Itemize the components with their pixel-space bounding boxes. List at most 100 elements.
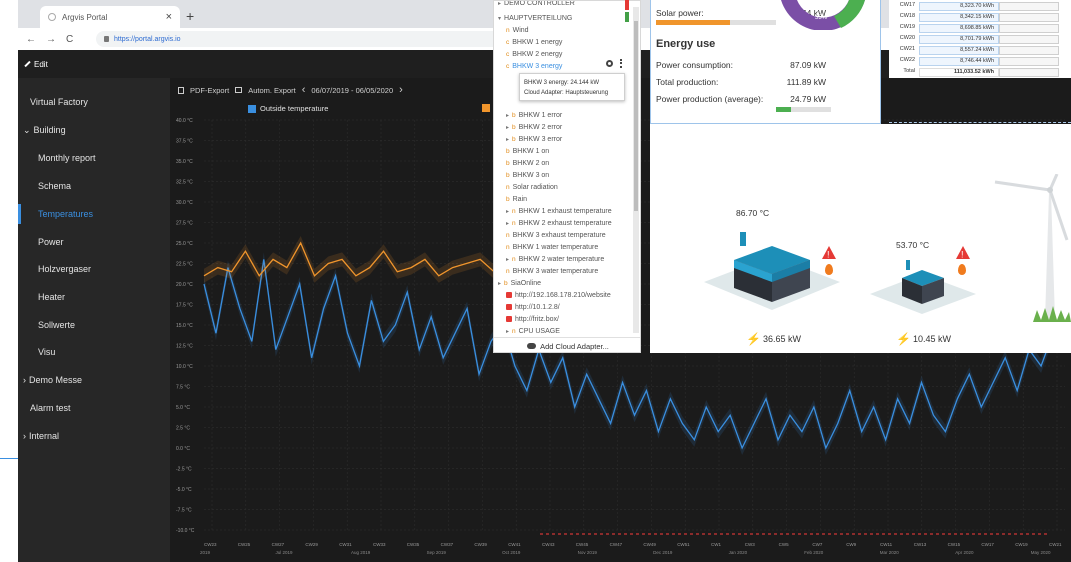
- sidebar-item-temperatures[interactable]: Temperatures: [18, 204, 170, 224]
- more-icon[interactable]: [620, 59, 622, 68]
- y-tick-label: 27.5 °C: [176, 221, 193, 227]
- tree-item[interactable]: b BHKW 3 on: [506, 169, 549, 181]
- x-tick-label: CW7: [812, 542, 822, 547]
- sidebar-item-heater[interactable]: Heater: [18, 287, 170, 307]
- bolt-icon: ⚡: [746, 332, 761, 346]
- sidebar-item-schema[interactable]: Schema: [18, 176, 170, 196]
- alarm-marker: [924, 533, 927, 535]
- sidebar-item-label: Sollwerte: [38, 320, 76, 330]
- sidebar-item-holzvergaser[interactable]: Holzvergaser: [18, 259, 170, 279]
- tree-item[interactable]: http://192.168.178.210/website: [506, 289, 611, 301]
- tree-toggle-icon[interactable]: ▸: [506, 220, 509, 227]
- sidebar-item-label: Monthly report: [38, 153, 96, 163]
- sidebar-item-internal[interactable]: › Internal: [18, 426, 170, 446]
- tree-item[interactable]: ▸ n BHKW 1 exhaust temperature: [506, 205, 612, 217]
- tree-item[interactable]: n BHKW 1 water temperature: [506, 241, 598, 253]
- tree-toggle-icon[interactable]: ▸: [506, 256, 509, 263]
- tree-scrollbar-thumb[interactable]: [634, 21, 638, 211]
- tree-item[interactable]: http://fritz.box/: [506, 313, 559, 325]
- tree-item[interactable]: b BHKW 1 on: [506, 145, 549, 157]
- tree-item[interactable]: b BHKW 2 on: [506, 157, 549, 169]
- sidebar-item-monthly-report[interactable]: Monthly report: [18, 148, 170, 168]
- tree-toggle-icon[interactable]: ▸: [498, 280, 501, 287]
- tree-item[interactable]: ▸ b BHKW 3 error: [506, 133, 562, 145]
- tree-toggle-icon[interactable]: ▸: [506, 328, 509, 335]
- tree-item[interactable]: ▾ HAUPTVERTEILUNG: [498, 12, 572, 24]
- bhkw1-temperature: 86.70 °C: [736, 208, 770, 218]
- chevron-down-icon[interactable]: ⌄: [23, 125, 31, 136]
- sidebar-item-label: Building: [33, 125, 66, 135]
- sidebar-item-label: Schema: [38, 181, 72, 191]
- sidebar-item-virtual-factory[interactable]: Virtual Factory: [18, 92, 170, 112]
- edit-icon[interactable]: [24, 60, 31, 68]
- tree-item[interactable]: ▸ b SiaOnline: [498, 277, 541, 289]
- alarm-marker: [546, 533, 549, 535]
- sidebar-item-power[interactable]: Power: [18, 232, 170, 252]
- tree-item[interactable]: c BHKW 3 energy: [506, 60, 562, 72]
- add-cloud-adapter-button[interactable]: Add Cloud Adapter...: [494, 337, 640, 352]
- tree-item[interactable]: ▸ n BHKW 2 water temperature: [506, 253, 604, 265]
- datatype-icon: b: [512, 135, 516, 143]
- chevron-right-icon[interactable]: ›: [23, 375, 26, 385]
- tree-item[interactable]: ▸ n CPU USAGE: [506, 325, 560, 337]
- alarm-marker: [882, 533, 885, 535]
- chevron-right-icon[interactable]: ›: [23, 431, 26, 441]
- tree-item[interactable]: ▸ b BHKW 1 error: [506, 109, 562, 121]
- alarm-marker: [858, 533, 861, 535]
- tree-item[interactable]: b Rain: [506, 193, 527, 205]
- x-month-label: Nov 2019: [578, 550, 598, 555]
- tree-item[interactable]: n BHKW 3 exhaust temperature: [506, 229, 606, 241]
- back-icon[interactable]: ←: [26, 34, 36, 45]
- forward-icon[interactable]: →: [46, 34, 56, 45]
- bhkw1-power: ⚡ 36.65 kW: [746, 332, 801, 346]
- table-row: CW18 8,342.15 kWh: [889, 13, 1071, 22]
- alarm-marker: [768, 533, 771, 535]
- tree-item[interactable]: n Solar radiation: [506, 181, 558, 193]
- reload-icon[interactable]: C: [66, 34, 73, 45]
- sidebar-item-alarm-test[interactable]: Alarm test: [18, 398, 170, 418]
- tree-toggle-icon[interactable]: ▸: [498, 1, 501, 7]
- new-tab-button[interactable]: +: [186, 8, 194, 24]
- tree-item[interactable]: http://10.1.2.8/: [506, 301, 560, 313]
- tree-item[interactable]: n BHKW 3 water temperature: [506, 265, 598, 277]
- x-tick-label: CW43: [542, 542, 555, 547]
- tree-toggle-icon[interactable]: ▾: [498, 15, 501, 22]
- sidebar-item-sollwerte[interactable]: Sollwerte: [18, 315, 170, 335]
- tree-item[interactable]: c BHKW 1 energy: [506, 36, 562, 48]
- datatype-icon: n: [506, 243, 510, 251]
- tree-item[interactable]: ▸ b BHKW 2 error: [506, 121, 562, 133]
- alarm-marker: [900, 533, 903, 535]
- tree-toggle-icon[interactable]: ▸: [506, 136, 509, 143]
- address-bar[interactable]: https://portal.argvis.io: [96, 31, 516, 47]
- tree-item-label: Wind: [512, 26, 529, 34]
- datatype-icon: n: [512, 327, 516, 335]
- tree-toggle-icon[interactable]: ▸: [506, 208, 509, 215]
- sidebar-item-visu[interactable]: Visu: [18, 342, 170, 362]
- edit-button[interactable]: Edit: [34, 60, 48, 69]
- browser-tab[interactable]: Argvis Portal ×: [40, 6, 180, 28]
- bhkw2-unit[interactable]: [868, 252, 978, 322]
- sidebar-item-label: Visu: [38, 347, 56, 357]
- tab-close-icon[interactable]: ×: [166, 11, 172, 23]
- sidebar-item-building[interactable]: ⌄ Building: [18, 120, 170, 140]
- x-tick-label: CW13: [914, 542, 927, 547]
- alarm-marker: [846, 533, 849, 535]
- tree-item[interactable]: n Wind: [506, 24, 529, 36]
- tree-item[interactable]: ▸ n BHKW 2 exhaust temperature: [506, 217, 612, 229]
- alarm-marker: [588, 533, 591, 535]
- tree-item[interactable]: ▸ DEMO CONTROLLER: [498, 1, 575, 9]
- production-donut: 35%: [781, 0, 865, 30]
- tree-item[interactable]: c BHKW 2 energy: [506, 48, 562, 60]
- alarm-marker: [894, 533, 897, 535]
- datatype-icon: c: [506, 38, 510, 46]
- alarm-marker: [720, 533, 723, 535]
- tree-toggle-icon[interactable]: ▸: [506, 124, 509, 131]
- week-value: 8,557.24 kWh: [919, 46, 999, 55]
- tree-toggle-icon[interactable]: ▸: [506, 112, 509, 119]
- x-tick-label: CW9: [846, 542, 856, 547]
- link-icon: [506, 304, 512, 310]
- alarm-marker: [738, 533, 741, 535]
- bhkw1-unit[interactable]: [702, 220, 842, 320]
- gear-icon[interactable]: [606, 60, 613, 67]
- sidebar-item-demo-messe[interactable]: › Demo Messe: [18, 370, 170, 390]
